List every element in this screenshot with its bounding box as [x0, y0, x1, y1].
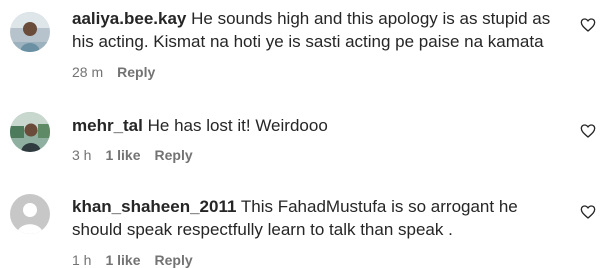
reply-button[interactable]: Reply [155, 147, 193, 163]
comment-time: 28 m [72, 64, 104, 80]
like-count[interactable]: 1 like [105, 147, 140, 163]
comment-text-block: mehr_tal He has lost it! Weirdooo [72, 114, 562, 137]
avatar[interactable] [10, 194, 50, 234]
comment-username[interactable]: aaliya.bee.kay [72, 9, 186, 28]
comment-item: khan_shaheen_2011 This FahadMustufa is s… [0, 182, 600, 268]
reply-button[interactable]: Reply [155, 252, 193, 268]
avatar[interactable] [10, 12, 50, 52]
comment-item: mehr_tal He has lost it! Weirdooo 3 h 1 l… [0, 100, 600, 180]
comment-time: 3 h [72, 147, 92, 163]
comment-item: aaliya.bee.kay He sounds high and this a… [0, 0, 600, 88]
heart-outline-icon[interactable] [580, 17, 596, 33]
comment-text-block: aaliya.bee.kay He sounds high and this a… [72, 7, 562, 53]
default-avatar-icon [10, 194, 50, 234]
comment-username[interactable]: mehr_tal [72, 116, 143, 135]
comment-time: 1 h [72, 252, 92, 268]
comment-meta: 1 h 1 like Reply [72, 252, 207, 268]
comment-text: He has lost it! Weirdooo [147, 116, 328, 135]
comment-meta: 3 h 1 like Reply [72, 147, 207, 163]
like-count[interactable]: 1 like [105, 252, 140, 268]
comment-meta: 28 m Reply [72, 64, 169, 80]
comment-username[interactable]: khan_shaheen_2011 [72, 197, 236, 216]
avatar[interactable] [10, 112, 50, 152]
reply-button[interactable]: Reply [117, 64, 155, 80]
comment-text-block: khan_shaheen_2011 This FahadMustufa is s… [72, 195, 562, 241]
heart-outline-icon[interactable] [580, 123, 596, 139]
heart-outline-icon[interactable] [580, 204, 596, 220]
